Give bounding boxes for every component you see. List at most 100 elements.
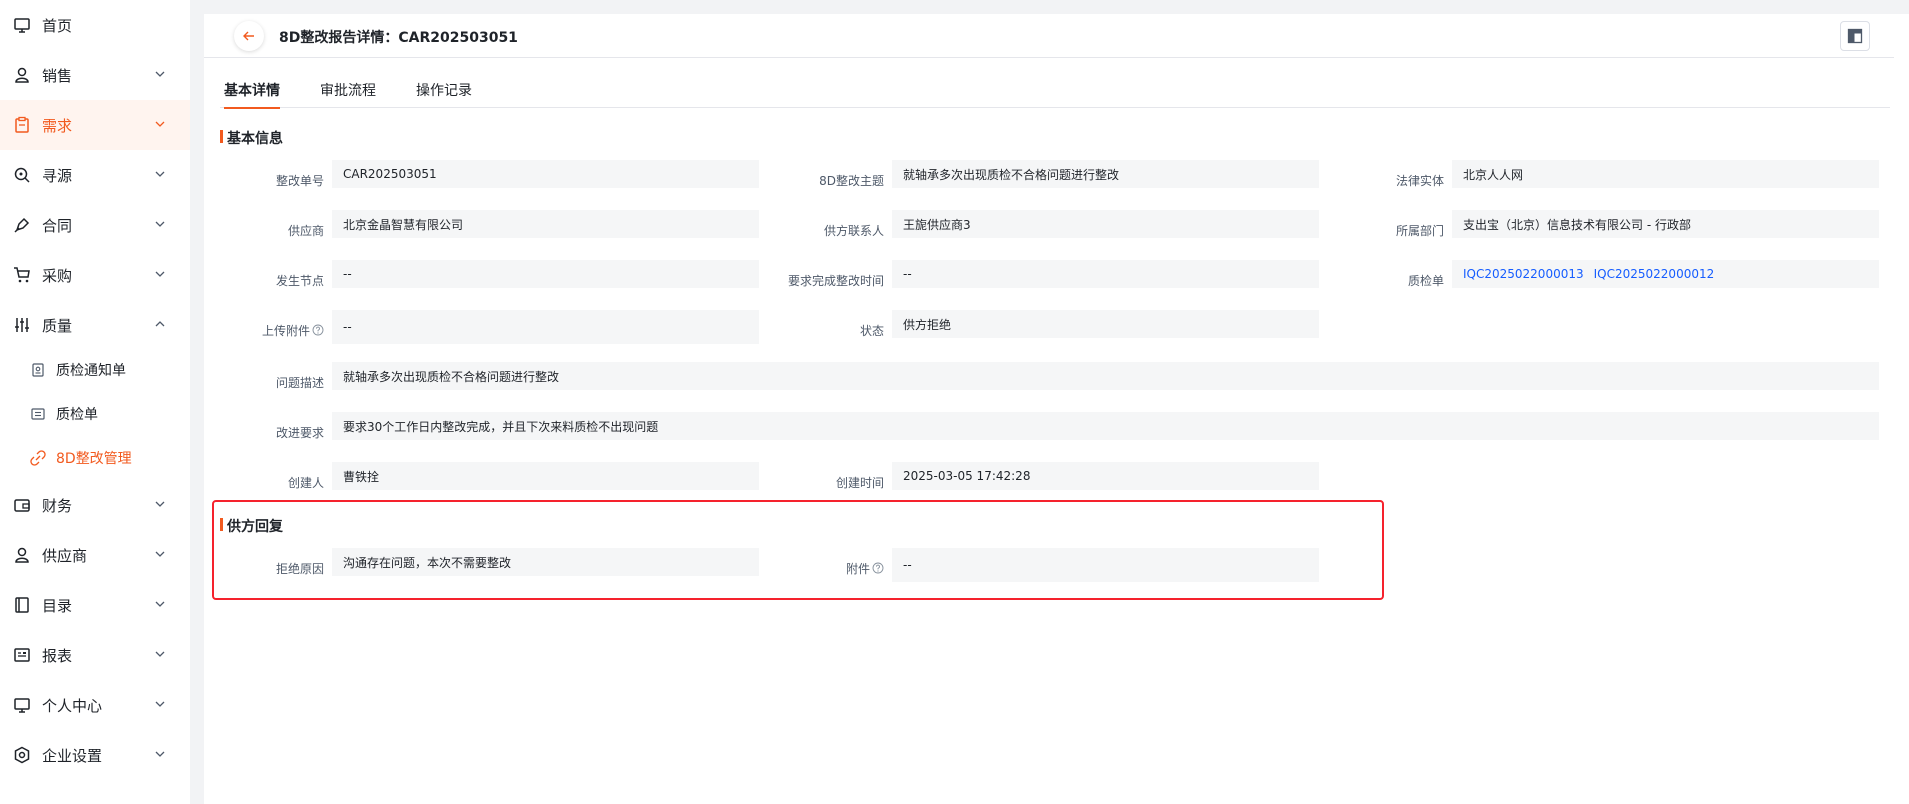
search-icon [13,166,31,184]
sliders-icon [13,316,31,334]
gear-icon [13,746,31,764]
monitor-icon [13,16,31,34]
help-icon[interactable] [872,562,884,574]
sidebar-item-purchase[interactable]: 采购 [0,250,190,300]
value-status: 供方拒绝 [892,310,1319,338]
label-deadline: 要求完成整改时间 [787,273,884,288]
user-icon [13,66,31,84]
sidebar-subitem-label: 8D整改管理 [56,451,132,467]
tab-bar: 基本详情 审批流程 操作记录 [220,72,1890,109]
sidebar-item-label: 报表 [42,646,73,665]
value-inspection-links: IQC2025022000013 IQC2025022000012 [1452,260,1879,288]
sidebar-item-label: 寻源 [42,166,73,185]
sidebar-item-label: 销售 [42,66,73,85]
value-creator: 曹铁拴 [332,462,759,490]
inspection-link[interactable]: IQC2025022000012 [1594,267,1715,281]
layout-toggle-button[interactable] [1840,21,1870,51]
sidebar-item-home[interactable]: 首页 [0,0,190,50]
book-icon [13,596,31,614]
sidebar-subitem-label: 质检通知单 [56,363,126,379]
sidebar-item-label: 供应商 [42,546,88,565]
sidebar: 首页 销售 需求 寻源 合同 采购 质量 质检通知单 质检单 8D整改管理 财务… [0,0,190,804]
link-icon [30,450,46,466]
monitor-icon [13,696,31,714]
sidebar-item-catalog[interactable]: 目录 [0,580,190,630]
sidebar-item-sourcing[interactable]: 寻源 [0,150,190,200]
sidebar-subitem-label: 质检单 [56,407,98,423]
user-icon [13,546,31,564]
chevron-down-icon [155,701,165,707]
wallet-icon [13,496,31,514]
sidebar-item-label: 企业设置 [42,746,103,765]
sidebar-item-report[interactable]: 报表 [0,630,190,680]
label-legal-entity: 法律实体 [1395,173,1444,188]
chevron-down-icon [155,751,165,757]
sidebar-item-demand[interactable]: 需求 [0,100,190,150]
sidebar-item-supplier[interactable]: 供应商 [0,530,190,580]
chevron-down-icon [155,71,165,77]
sidebar-item-label: 目录 [42,596,73,615]
label-inspection: 质检单 [1407,273,1444,288]
inspection-link[interactable]: IQC2025022000013 [1463,267,1584,281]
sidebar-item-label: 首页 [42,16,73,35]
arrow-left-icon [243,31,254,41]
sidebar-item-label: 采购 [42,266,73,285]
label-subject: 8D整改主题 [819,173,884,188]
sidebar-subitem-inspection[interactable]: 质检单 [0,392,190,436]
chevron-down-icon [155,651,165,657]
value-subject: 就轴承多次出现质检不合格问题进行整改 [892,160,1319,188]
sidebar-item-enterprise[interactable]: 企业设置 [0,730,190,780]
label-supplier-contact: 供方联系人 [823,223,884,238]
label-attachment: 上传附件 [204,316,324,344]
sidebar-item-label: 财务 [42,496,73,515]
label-car-no: 整改单号 [275,173,324,188]
sidebar-item-contract[interactable]: 合同 [0,200,190,250]
layout-icon [1847,28,1863,44]
label-department: 所属部门 [1395,223,1444,238]
clipboard-icon [13,116,31,134]
value-deadline: -- [892,260,1319,288]
back-button[interactable] [234,21,264,51]
label-status: 状态 [859,323,884,338]
page-title: 8D整改报告详情：CAR202503051 [279,30,518,46]
chevron-up-icon [155,321,165,327]
chevron-down-icon [155,551,165,557]
section-title-basic: 基本信息 [220,128,283,148]
chevron-down-icon [155,501,165,507]
label-created-at: 创建时间 [835,475,884,490]
sidebar-item-personal[interactable]: 个人中心 [0,680,190,730]
app: 首页 销售 需求 寻源 合同 采购 质量 质检通知单 质检单 8D整改管理 财务… [0,0,1909,804]
chevron-down-icon [155,171,165,177]
value-reply-attachment: -- [892,548,1319,582]
sidebar-item-quality[interactable]: 质量 [0,300,190,350]
value-node: -- [332,260,759,288]
section-title-reply: 供方回复 [220,516,283,536]
sidebar-subitem-8d[interactable]: 8D整改管理 [0,436,190,480]
sidebar-item-label: 合同 [42,216,73,235]
value-description: 就轴承多次出现质检不合格问题进行整改 [332,362,1879,390]
sidebar-item-sales[interactable]: 销售 [0,50,190,100]
value-requirement: 要求30个工作日内整改完成，并且下次来料质检不出现问题 [332,412,1879,440]
tab-approval[interactable]: 审批流程 [320,80,376,108]
sidebar-item-label: 质量 [42,316,73,335]
tab-basic[interactable]: 基本详情 [224,80,280,109]
sidebar-subitem-inspection-notice[interactable]: 质检通知单 [0,348,190,392]
tab-history[interactable]: 操作记录 [416,80,472,108]
value-legal-entity: 北京人人网 [1452,160,1879,188]
sidebar-item-label: 个人中心 [42,696,103,715]
help-icon[interactable] [312,324,324,336]
list-icon [30,406,46,422]
label-reject-reason: 拒绝原因 [275,561,324,576]
main-panel: 8D整改报告详情：CAR202503051 基本详情 审批流程 操作记录 基本信… [204,14,1909,804]
sidebar-item-finance[interactable]: 财务 [0,480,190,530]
value-car-no: CAR202503051 [332,160,759,188]
label-requirement: 改进要求 [275,425,324,440]
value-department: 支出宝（北京）信息技术有限公司 - 行政部 [1452,210,1879,238]
doc-icon [30,362,46,378]
chevron-down-icon [155,221,165,227]
value-reject-reason: 沟通存在问题，本次不需要整改 [332,548,759,576]
label-node: 发生节点 [275,273,324,288]
label-reply-attachment: 附件 [764,554,884,582]
label-description: 问题描述 [275,375,324,390]
label-creator: 创建人 [287,475,324,490]
